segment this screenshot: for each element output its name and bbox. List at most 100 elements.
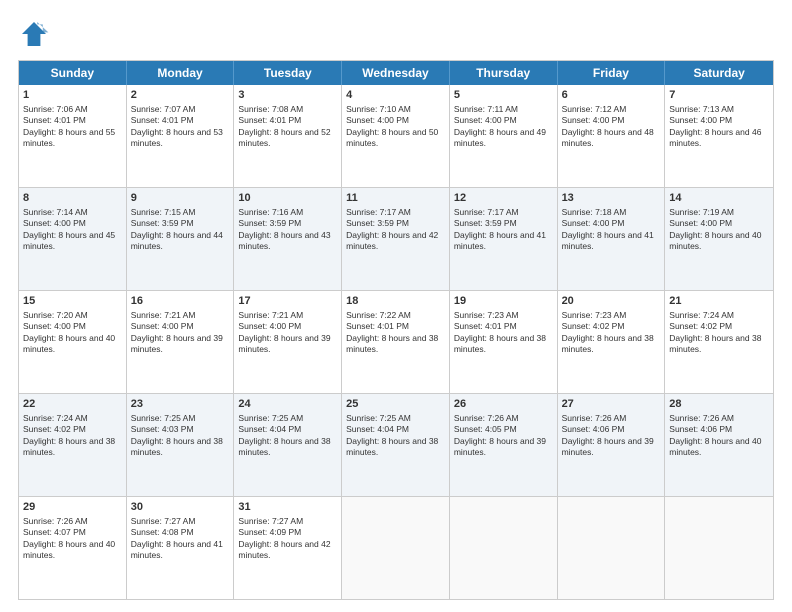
sunrise-text: Sunrise: 7:21 AM	[238, 310, 303, 320]
daylight-text: Daylight: 8 hours and 46 minutes.	[669, 127, 761, 148]
day-number: 30	[131, 500, 230, 515]
day-number: 28	[669, 397, 769, 412]
calendar-cell	[450, 497, 558, 599]
daylight-text: Daylight: 8 hours and 45 minutes.	[23, 230, 115, 251]
daylight-text: Daylight: 8 hours and 42 minutes.	[346, 230, 438, 251]
daylight-text: Daylight: 8 hours and 39 minutes.	[562, 436, 654, 457]
sunrise-text: Sunrise: 7:25 AM	[238, 413, 303, 423]
calendar-cell: 16Sunrise: 7:21 AMSunset: 4:00 PMDayligh…	[127, 291, 235, 393]
sunrise-text: Sunrise: 7:25 AM	[131, 413, 196, 423]
day-number: 18	[346, 294, 445, 309]
daylight-text: Daylight: 8 hours and 38 minutes.	[238, 436, 330, 457]
header	[18, 18, 774, 50]
sunset-text: Sunset: 4:00 PM	[669, 218, 732, 228]
calendar-cell: 22Sunrise: 7:24 AMSunset: 4:02 PMDayligh…	[19, 394, 127, 496]
sunrise-text: Sunrise: 7:26 AM	[669, 413, 734, 423]
sunrise-text: Sunrise: 7:26 AM	[562, 413, 627, 423]
day-number: 27	[562, 397, 661, 412]
sunset-text: Sunset: 4:04 PM	[238, 424, 301, 434]
day-number: 2	[131, 88, 230, 103]
sunset-text: Sunset: 4:06 PM	[669, 424, 732, 434]
day-number: 1	[23, 88, 122, 103]
sunrise-text: Sunrise: 7:24 AM	[669, 310, 734, 320]
day-number: 16	[131, 294, 230, 309]
daylight-text: Daylight: 8 hours and 38 minutes.	[669, 333, 761, 354]
daylight-text: Daylight: 8 hours and 41 minutes.	[131, 539, 223, 560]
calendar-row: 1Sunrise: 7:06 AMSunset: 4:01 PMDaylight…	[19, 85, 773, 188]
sunrise-text: Sunrise: 7:14 AM	[23, 207, 88, 217]
sunset-text: Sunset: 4:00 PM	[23, 321, 86, 331]
calendar-row: 22Sunrise: 7:24 AMSunset: 4:02 PMDayligh…	[19, 394, 773, 497]
calendar-header-cell: Wednesday	[342, 61, 450, 85]
sunrise-text: Sunrise: 7:23 AM	[454, 310, 519, 320]
sunset-text: Sunset: 4:07 PM	[23, 527, 86, 537]
daylight-text: Daylight: 8 hours and 44 minutes.	[131, 230, 223, 251]
sunrise-text: Sunrise: 7:08 AM	[238, 104, 303, 114]
calendar-cell: 7Sunrise: 7:13 AMSunset: 4:00 PMDaylight…	[665, 85, 773, 187]
sunrise-text: Sunrise: 7:17 AM	[346, 207, 411, 217]
day-number: 19	[454, 294, 553, 309]
daylight-text: Daylight: 8 hours and 41 minutes.	[454, 230, 546, 251]
daylight-text: Daylight: 8 hours and 40 minutes.	[23, 333, 115, 354]
calendar-cell: 28Sunrise: 7:26 AMSunset: 4:06 PM Dayligh…	[665, 394, 773, 496]
sunrise-text: Sunrise: 7:26 AM	[454, 413, 519, 423]
calendar-cell: 6Sunrise: 7:12 AMSunset: 4:00 PMDaylight…	[558, 85, 666, 187]
daylight-text: Daylight: 8 hours and 40 minutes.	[23, 539, 115, 560]
calendar-cell: 3Sunrise: 7:08 AMSunset: 4:01 PMDaylight…	[234, 85, 342, 187]
calendar-header-cell: Thursday	[450, 61, 558, 85]
day-number: 4	[346, 88, 445, 103]
day-number: 14	[669, 191, 769, 206]
sunset-text: Sunset: 4:00 PM	[238, 321, 301, 331]
calendar-cell: 30Sunrise: 7:27 AMSunset: 4:08 PMDayligh…	[127, 497, 235, 599]
logo	[18, 18, 54, 50]
daylight-text: Daylight: 8 hours and 40 minutes.	[669, 436, 761, 457]
calendar-cell: 15Sunrise: 7:20 AMSunset: 4:00 PMDayligh…	[19, 291, 127, 393]
sunrise-text: Sunrise: 7:23 AM	[562, 310, 627, 320]
calendar-cell: 9Sunrise: 7:15 AMSunset: 3:59 PMDaylight…	[127, 188, 235, 290]
calendar-row: 15Sunrise: 7:20 AMSunset: 4:00 PMDayligh…	[19, 291, 773, 394]
calendar-cell: 26Sunrise: 7:26 AMSunset: 4:05 PMDayligh…	[450, 394, 558, 496]
day-number: 10	[238, 191, 337, 206]
calendar-cell: 19Sunrise: 7:23 AMSunset: 4:01 PMDayligh…	[450, 291, 558, 393]
calendar-cell: 31Sunrise: 7:27 AMSunset: 4:09 PMDayligh…	[234, 497, 342, 599]
day-number: 12	[454, 191, 553, 206]
page: SundayMondayTuesdayWednesdayThursdayFrid…	[0, 0, 792, 612]
calendar-cell: 2Sunrise: 7:07 AMSunset: 4:01 PMDaylight…	[127, 85, 235, 187]
daylight-text: Daylight: 8 hours and 38 minutes.	[454, 333, 546, 354]
daylight-text: Daylight: 8 hours and 48 minutes.	[562, 127, 654, 148]
daylight-text: Daylight: 8 hours and 55 minutes.	[23, 127, 115, 148]
sunset-text: Sunset: 4:04 PM	[346, 424, 409, 434]
sunset-text: Sunset: 4:03 PM	[131, 424, 194, 434]
sunset-text: Sunset: 3:59 PM	[346, 218, 409, 228]
daylight-text: Daylight: 8 hours and 49 minutes.	[454, 127, 546, 148]
sunset-text: Sunset: 3:59 PM	[131, 218, 194, 228]
sunset-text: Sunset: 4:02 PM	[23, 424, 86, 434]
day-number: 11	[346, 191, 445, 206]
day-number: 13	[562, 191, 661, 206]
calendar-cell: 12Sunrise: 7:17 AMSunset: 3:59 PMDayligh…	[450, 188, 558, 290]
day-number: 17	[238, 294, 337, 309]
calendar-header-cell: Friday	[558, 61, 666, 85]
daylight-text: Daylight: 8 hours and 52 minutes.	[238, 127, 330, 148]
daylight-text: Daylight: 8 hours and 38 minutes.	[346, 333, 438, 354]
sunset-text: Sunset: 3:59 PM	[454, 218, 517, 228]
logo-icon	[18, 18, 50, 50]
sunset-text: Sunset: 4:01 PM	[23, 115, 86, 125]
day-number: 7	[669, 88, 769, 103]
sunrise-text: Sunrise: 7:22 AM	[346, 310, 411, 320]
daylight-text: Daylight: 8 hours and 38 minutes.	[23, 436, 115, 457]
calendar-header-cell: Saturday	[665, 61, 773, 85]
calendar-cell: 21Sunrise: 7:24 AMSunset: 4:02 PMDayligh…	[665, 291, 773, 393]
sunrise-text: Sunrise: 7:26 AM	[23, 516, 88, 526]
calendar: SundayMondayTuesdayWednesdayThursdayFrid…	[18, 60, 774, 600]
calendar-cell	[558, 497, 666, 599]
daylight-text: Daylight: 8 hours and 39 minutes.	[131, 333, 223, 354]
day-number: 5	[454, 88, 553, 103]
sunset-text: Sunset: 4:00 PM	[346, 115, 409, 125]
day-number: 29	[23, 500, 122, 515]
calendar-cell: 13Sunrise: 7:18 AMSunset: 4:00 PMDayligh…	[558, 188, 666, 290]
calendar-header: SundayMondayTuesdayWednesdayThursdayFrid…	[19, 61, 773, 85]
sunrise-text: Sunrise: 7:24 AM	[23, 413, 88, 423]
sunrise-text: Sunrise: 7:18 AM	[562, 207, 627, 217]
calendar-header-cell: Sunday	[19, 61, 127, 85]
